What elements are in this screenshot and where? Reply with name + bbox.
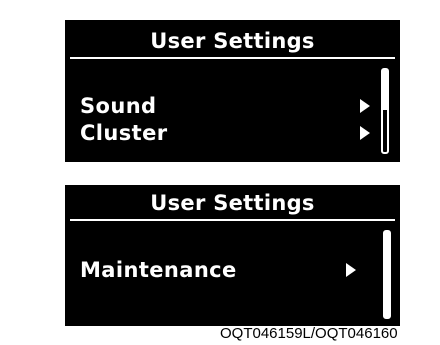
chevron-right-icon [346, 263, 356, 277]
scrollbar[interactable] [383, 230, 391, 319]
menu-item-label: Cluster [80, 121, 168, 145]
scrollbar-thumb[interactable] [383, 70, 387, 110]
figure-caption: OQT046159L/OQT046160 [220, 325, 398, 342]
cluster-display-top: User Settings Sound Cluster [65, 20, 400, 162]
chevron-right-icon [360, 126, 370, 140]
menu-item-label: Maintenance [80, 258, 237, 282]
menu-item-sound[interactable]: Sound [80, 92, 370, 120]
menu-item-maintenance[interactable]: Maintenance [80, 256, 356, 284]
cluster-display-bottom: User Settings Maintenance [65, 185, 400, 326]
chevron-right-icon [360, 99, 370, 113]
scrollbar-thumb[interactable] [385, 232, 389, 317]
title-divider [70, 219, 395, 221]
screen-title: User Settings [150, 29, 315, 53]
title-divider [70, 57, 395, 59]
scrollbar[interactable] [381, 68, 389, 154]
menu-item-label: Sound [80, 94, 157, 118]
screen-title: User Settings [150, 191, 315, 215]
menu-item-cluster[interactable]: Cluster [80, 119, 370, 147]
